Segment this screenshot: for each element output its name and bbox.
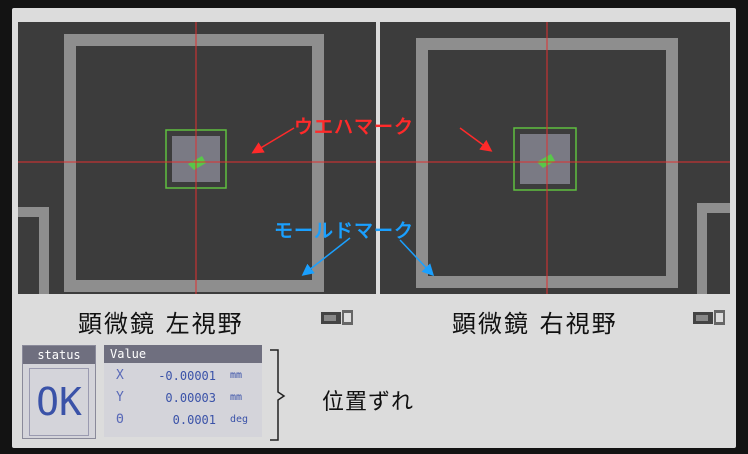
axis-label: X bbox=[116, 368, 124, 383]
status-value: OK bbox=[29, 368, 89, 436]
value-row-theta: Θ 0.0001 deg bbox=[104, 407, 262, 429]
camera-icon[interactable] bbox=[320, 308, 354, 326]
axis-label: Θ bbox=[116, 412, 124, 427]
mold-mark-annotation: モールドマーク bbox=[274, 220, 415, 242]
left-microscope-view bbox=[18, 22, 376, 294]
axis-unit: deg bbox=[230, 414, 249, 425]
right-view-image bbox=[380, 22, 730, 294]
axis-unit: mm bbox=[230, 370, 243, 381]
axis-value: -0.00001 bbox=[158, 369, 216, 383]
axis-label: Y bbox=[116, 390, 124, 405]
left-view-image bbox=[18, 22, 376, 294]
monitor-screen: ウエハマーク モールドマーク 顕微鏡 左視野 顕微鏡 右視野 status OK… bbox=[12, 8, 736, 448]
value-header: Value bbox=[104, 345, 262, 363]
right-microscope-view bbox=[380, 22, 730, 294]
camera-icon[interactable] bbox=[692, 308, 726, 326]
status-header: status bbox=[23, 346, 95, 364]
value-panel: Value X -0.00001 mm Y 0.00003 mm Θ 0.000… bbox=[104, 345, 262, 437]
axis-value: 0.0001 bbox=[172, 413, 216, 427]
value-row-x: X -0.00001 mm bbox=[104, 363, 262, 385]
value-row-y: Y 0.00003 mm bbox=[104, 385, 262, 407]
axis-value: 0.00003 bbox=[165, 391, 216, 405]
bracket bbox=[270, 349, 286, 441]
right-view-label: 顕微鏡 右視野 bbox=[452, 310, 618, 338]
left-view-label: 顕微鏡 左視野 bbox=[78, 310, 244, 338]
axis-unit: mm bbox=[230, 392, 243, 403]
status-panel: status OK bbox=[22, 345, 96, 439]
position-shift-label: 位置ずれ bbox=[322, 390, 415, 415]
wafer-mark-annotation: ウエハマーク bbox=[294, 116, 415, 138]
